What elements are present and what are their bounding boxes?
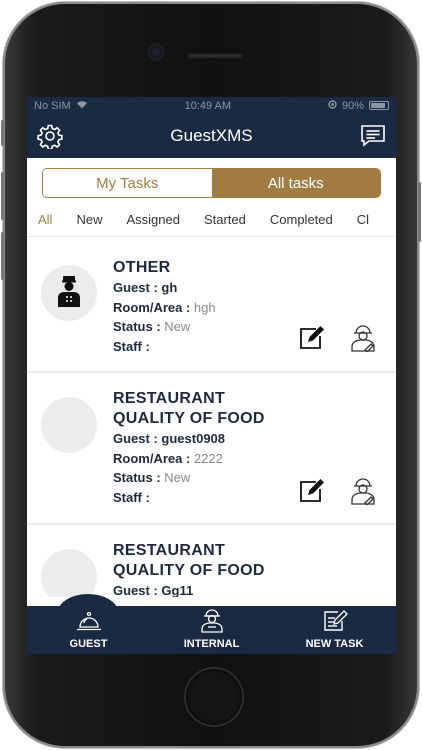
status-value: New (164, 319, 191, 334)
segment-my-tasks[interactable]: My Tasks (43, 169, 212, 197)
filter-started[interactable]: Started (204, 212, 246, 227)
volume-down-button (1, 232, 4, 280)
mute-switch (1, 120, 4, 146)
home-button[interactable] (186, 669, 242, 725)
chat-icon[interactable] (360, 124, 386, 148)
task-avatar (41, 549, 97, 597)
front-camera (150, 46, 162, 58)
nav-bar: GuestXMS (27, 114, 396, 158)
wifi-icon (76, 100, 88, 112)
filter-all[interactable]: All (38, 212, 52, 227)
bell-icon (76, 611, 102, 638)
tab-internal[interactable]: INTERNAL (150, 606, 273, 654)
edit-icon[interactable] (298, 325, 326, 356)
task-avatar (41, 265, 97, 321)
task-subtitle: QUALITY OF FOOD (113, 410, 265, 427)
task-scope-segmented-control: My Tasks All tasks (42, 168, 381, 198)
segment-all-tasks[interactable]: All tasks (211, 169, 380, 197)
tab-new-task-label: NEW TASK (305, 638, 364, 650)
assign-staff-icon[interactable] (350, 324, 376, 357)
edit-icon[interactable] (298, 478, 326, 509)
tab-internal-label: INTERNAL (183, 638, 240, 650)
guest-label: Guest : (113, 280, 158, 295)
guest-value: guest0908 (161, 431, 226, 446)
filter-assigned[interactable]: Assigned (126, 212, 179, 227)
status-label: Status : (113, 319, 161, 334)
guest-value: gh (161, 280, 178, 295)
bellboy-icon (55, 275, 83, 312)
staff-label: Staff : (113, 489, 150, 505)
battery-percent: 90% (341, 99, 364, 112)
gear-icon[interactable] (37, 123, 63, 149)
carrier-label: No SIM (34, 99, 71, 112)
room-value: hgh (193, 299, 216, 315)
location-icon (328, 99, 337, 112)
page-title: GuestXMS (170, 126, 253, 145)
filter-new[interactable]: New (76, 212, 102, 227)
filter-completed[interactable]: Completed (270, 212, 333, 227)
room-label: Room/Area : (113, 450, 191, 466)
status-label: Status : (113, 470, 161, 485)
task-card[interactable]: RESTAURANT QUALITY OF FOOD Guest : guest… (27, 372, 396, 524)
task-card[interactable]: OTHER Guest : gh Room/Area : hgh Status … (27, 237, 396, 372)
tab-guest[interactable]: GUEST (27, 606, 150, 654)
guest-label: Guest : (113, 431, 158, 446)
volume-up-button (1, 172, 4, 220)
app-screen: No SIM 10:49 AM 90% GuestXMS My Tasks Al… (27, 97, 396, 654)
staff-icon (200, 609, 224, 638)
room-label: Room/Area : (113, 299, 191, 315)
task-subtitle: QUALITY OF FOOD (113, 562, 265, 579)
tab-guest-label: GUEST (69, 638, 108, 650)
status-filter-bar: All New Assigned Started Completed Cl (27, 202, 396, 236)
clock: 10:49 AM (184, 99, 232, 112)
status-value: New (164, 470, 191, 485)
power-button (418, 182, 421, 242)
staff-label: Staff : (113, 338, 150, 354)
new-task-icon (322, 609, 348, 638)
battery-icon (368, 101, 389, 110)
status-bar: No SIM 10:49 AM 90% (27, 97, 396, 114)
guest-value: Gg11 (161, 583, 194, 597)
task-avatar (41, 397, 97, 453)
room-value: 2222 (193, 450, 223, 466)
earpiece-speaker (187, 52, 243, 58)
bottom-tab-bar: GUEST INTERNAL NEW TASK (27, 594, 396, 654)
task-title: RESTAURANT (113, 542, 226, 559)
task-title: OTHER (113, 259, 171, 276)
filter-closed[interactable]: Cl (357, 212, 369, 227)
task-title: RESTAURANT (113, 390, 226, 407)
task-list: OTHER Guest : gh Room/Area : hgh Status … (27, 236, 396, 597)
guest-label: Guest : (113, 583, 158, 597)
tab-new-task[interactable]: NEW TASK (273, 606, 396, 654)
task-card[interactable]: RESTAURANT QUALITY OF FOOD Guest : Gg11 (27, 524, 396, 597)
assign-staff-icon[interactable] (350, 477, 376, 510)
